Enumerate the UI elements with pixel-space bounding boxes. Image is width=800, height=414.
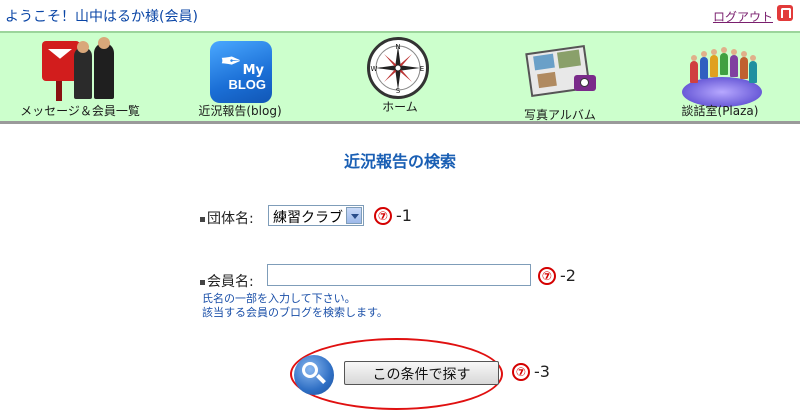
blog-icon-my-text: My bbox=[242, 63, 264, 78]
bullet-icon bbox=[200, 279, 205, 285]
blog-icon-blog-text: BLOG bbox=[228, 77, 266, 92]
annotation-suffix-7-3: -3 bbox=[534, 362, 550, 381]
magnifier-icon[interactable] bbox=[294, 355, 334, 395]
nav-item-messages[interactable]: メッセージ＆会員一覧 bbox=[0, 33, 160, 121]
my-blog-icon: ✒ My BLOG bbox=[210, 41, 272, 103]
annotation-suffix-7-1: -1 bbox=[396, 206, 412, 225]
logout-link[interactable]: ログアウト bbox=[713, 8, 773, 25]
nav-item-plaza[interactable]: 談話室(Plaza) bbox=[640, 33, 800, 121]
nav-label-album: 写真アルバム bbox=[524, 108, 596, 122]
compass-letter-w: W bbox=[371, 65, 378, 73]
member-hint-line2: 該当する会員のブログを検索します。 bbox=[202, 306, 388, 319]
annotation-badge-7-1: ⑦ bbox=[374, 207, 392, 225]
nav-label-home: ホーム bbox=[382, 100, 418, 114]
chevron-down-icon[interactable] bbox=[346, 207, 362, 224]
compass-home-icon: N S E W bbox=[367, 37, 429, 99]
top-bar: ようこそ！山中はるか様(会員) ログアウト bbox=[0, 0, 800, 30]
group-select[interactable]: 練習クラブ bbox=[268, 205, 364, 226]
annotation-suffix-7-2: -2 bbox=[560, 266, 576, 285]
annotation-badge-7-3: ⑦ bbox=[512, 363, 530, 381]
nav-label-plaza: 談話室(Plaza) bbox=[681, 104, 759, 118]
page-title: 近況報告の検索 bbox=[343, 152, 456, 171]
annotation-badge-7-2: ⑦ bbox=[538, 267, 556, 285]
member-field-label: 会員名: bbox=[207, 274, 254, 290]
nav-item-blog[interactable]: ✒ My BLOG 近況報告(blog) bbox=[160, 33, 320, 121]
bullet-icon bbox=[200, 216, 205, 222]
member-name-input[interactable] bbox=[267, 264, 531, 286]
main-nav: メッセージ＆会員一覧 ✒ My BLOG 近況報告(blog) N S E W bbox=[0, 31, 800, 124]
compass-letter-e: E bbox=[420, 65, 424, 73]
nav-label-messages: メッセージ＆会員一覧 bbox=[20, 104, 140, 118]
nav-label-blog: 近況報告(blog) bbox=[198, 104, 282, 118]
nav-item-home[interactable]: N S E W ホーム bbox=[320, 33, 480, 121]
compass-letter-n: N bbox=[395, 43, 400, 51]
nav-item-album[interactable]: 写真アルバム bbox=[480, 33, 640, 122]
logout-icon[interactable] bbox=[777, 5, 793, 21]
group-select-value: 練習クラブ bbox=[273, 210, 343, 226]
compass-letter-s: S bbox=[396, 87, 401, 95]
welcome-message: ようこそ！山中はるか様(会員) bbox=[5, 9, 198, 25]
search-button[interactable]: この条件で探す bbox=[344, 361, 499, 385]
group-field-label: 団体名: bbox=[207, 211, 254, 227]
